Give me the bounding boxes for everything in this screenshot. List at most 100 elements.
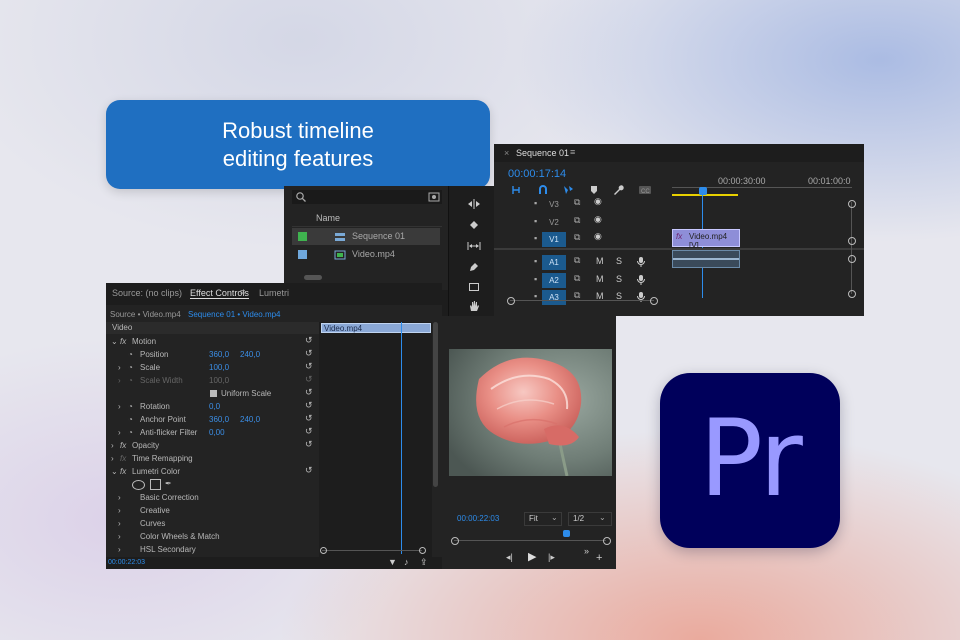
- reset-icon[interactable]: ↺: [305, 400, 313, 411]
- scroll-handle-left[interactable]: [507, 297, 515, 305]
- anti-flicker-value[interactable]: 0,00: [209, 427, 225, 439]
- lock-icon[interactable]: ▪: [534, 198, 537, 208]
- reset-icon[interactable]: ↺: [305, 465, 313, 476]
- resolution-dropdown[interactable]: 1/2 ⌄: [568, 512, 612, 526]
- lock-icon[interactable]: ▪: [534, 256, 537, 266]
- expand-chevron-icon[interactable]: ›: [111, 440, 114, 452]
- project-item-sequence[interactable]: Sequence 01: [292, 228, 440, 245]
- stopwatch-icon[interactable]: ◔: [128, 414, 133, 426]
- project-scrollbar[interactable]: [304, 275, 322, 280]
- fit-dropdown[interactable]: Fit ⌄: [524, 512, 562, 526]
- ec-timecode[interactable]: 00:00:22:03: [108, 559, 145, 566]
- scroll-handle-right[interactable]: [603, 537, 611, 545]
- add-button-icon[interactable]: +: [596, 552, 602, 564]
- vscroll-handle[interactable]: [848, 200, 856, 208]
- tab-source[interactable]: Source: (no clips): [112, 288, 182, 298]
- vscroll-handle[interactable]: [848, 237, 856, 245]
- expand-chevron-icon[interactable]: ⌄: [111, 336, 118, 348]
- tab-lumetri[interactable]: Lumetri: [259, 288, 289, 298]
- play-icon[interactable]: ▶: [528, 550, 536, 563]
- expand-chevron-icon[interactable]: ›: [118, 544, 121, 556]
- lock-icon[interactable]: ▪: [534, 233, 537, 243]
- reset-icon[interactable]: ↺: [305, 361, 313, 372]
- program-timecode[interactable]: 00:00:22:03: [457, 514, 499, 523]
- sync-lock-icon[interactable]: ⧉: [574, 215, 580, 226]
- slip-icon[interactable]: [467, 240, 481, 252]
- video-clip[interactable]: fx Video.mp4 [V]: [672, 229, 740, 250]
- vertical-scrollbar[interactable]: [851, 202, 852, 294]
- reset-icon[interactable]: ↺: [305, 374, 313, 385]
- track-target-a3[interactable]: A3: [542, 290, 566, 305]
- panel-menu-icon[interactable]: ≡: [570, 147, 575, 157]
- ellipse-mask-icon[interactable]: [132, 480, 145, 490]
- reset-icon[interactable]: ↺: [305, 335, 313, 346]
- expand-chevron-icon[interactable]: ⌄: [111, 466, 118, 478]
- expand-chevron-icon[interactable]: ›: [118, 518, 121, 530]
- ec-horizontal-scrollbar[interactable]: [322, 550, 422, 551]
- microphone-icon[interactable]: [636, 274, 646, 286]
- rectangle-tool-icon[interactable]: [468, 281, 480, 293]
- rotation-value[interactable]: 0,0: [209, 401, 220, 413]
- expand-chevron-icon[interactable]: ›: [118, 401, 121, 413]
- close-icon[interactable]: ×: [504, 148, 509, 158]
- expand-chevron-icon[interactable]: ›: [111, 453, 114, 465]
- solo-button[interactable]: S: [616, 256, 622, 266]
- step-back-icon[interactable]: ◂|: [506, 552, 513, 563]
- stopwatch-icon[interactable]: ◔: [128, 401, 133, 413]
- fx-icon[interactable]: fx: [120, 440, 126, 452]
- microphone-icon[interactable]: [636, 256, 646, 268]
- scroll-handle-left[interactable]: [451, 537, 459, 545]
- reset-icon[interactable]: ↺: [305, 439, 313, 450]
- expand-chevron-icon[interactable]: ›: [118, 375, 121, 387]
- horizontal-scrollbar[interactable]: [510, 300, 654, 301]
- stopwatch-icon[interactable]: ◔: [128, 375, 133, 387]
- rectangle-mask-icon[interactable]: [150, 479, 161, 490]
- vscroll-handle[interactable]: [848, 255, 856, 263]
- track-target-v2[interactable]: V2: [542, 215, 566, 230]
- anchor-x-value[interactable]: 360,0: [209, 414, 229, 426]
- pen-mask-icon[interactable]: ✒: [165, 478, 172, 490]
- position-y-value[interactable]: 240,0: [240, 349, 260, 361]
- project-item-video[interactable]: Video.mp4: [292, 246, 440, 263]
- source-clip-label[interactable]: Source • Video.mp4: [110, 310, 181, 319]
- playhead-handle[interactable]: [699, 187, 707, 195]
- panel-menu-icon[interactable]: ≡: [240, 287, 245, 297]
- track-target-a1[interactable]: A1: [542, 255, 566, 270]
- track-target-a2[interactable]: A2: [542, 273, 566, 288]
- export-frame-icon[interactable]: ⇪: [420, 557, 428, 568]
- scroll-handle-right[interactable]: [650, 297, 658, 305]
- mute-button[interactable]: M: [596, 274, 604, 284]
- stopwatch-icon[interactable]: ◔: [128, 362, 133, 374]
- program-preview-image[interactable]: [449, 349, 612, 476]
- vscroll-handle[interactable]: [848, 290, 856, 298]
- more-controls-icon[interactable]: »: [584, 546, 589, 556]
- ec-vertical-scrollbar[interactable]: [433, 322, 438, 487]
- reset-icon[interactable]: ↺: [305, 426, 313, 437]
- program-scrubber[interactable]: [454, 540, 606, 541]
- microphone-icon[interactable]: [636, 291, 646, 303]
- eye-icon[interactable]: ◉: [594, 231, 602, 242]
- sync-lock-icon[interactable]: ⧉: [574, 197, 580, 208]
- step-forward-icon[interactable]: |▸: [548, 552, 555, 563]
- scroll-handle-left[interactable]: [320, 547, 327, 554]
- track-select-icon[interactable]: [467, 198, 481, 210]
- scroll-handle-right[interactable]: [419, 547, 426, 554]
- position-x-value[interactable]: 360,0: [209, 349, 229, 361]
- sync-lock-icon[interactable]: ⧉: [574, 232, 580, 243]
- pen-icon[interactable]: [468, 261, 480, 273]
- fx-icon[interactable]: fx: [120, 336, 126, 348]
- lock-icon[interactable]: ▪: [534, 216, 537, 226]
- lock-icon[interactable]: ▪: [534, 274, 537, 284]
- sync-lock-icon[interactable]: ⧉: [574, 255, 580, 266]
- expand-chevron-icon[interactable]: ›: [118, 492, 121, 504]
- fx-icon[interactable]: fx: [120, 466, 126, 478]
- reset-icon[interactable]: ↺: [305, 413, 313, 424]
- project-search-field[interactable]: [292, 190, 442, 204]
- hand-icon[interactable]: [468, 300, 480, 312]
- expand-chevron-icon[interactable]: ›: [118, 531, 121, 543]
- eye-icon[interactable]: ◉: [594, 214, 602, 225]
- sequence-clip-label[interactable]: Sequence 01 • Video.mp4: [188, 310, 281, 319]
- timeline-timecode[interactable]: 00:00:17:14: [508, 168, 566, 180]
- eye-icon[interactable]: ◉: [594, 196, 602, 207]
- reset-icon[interactable]: ↺: [305, 348, 313, 359]
